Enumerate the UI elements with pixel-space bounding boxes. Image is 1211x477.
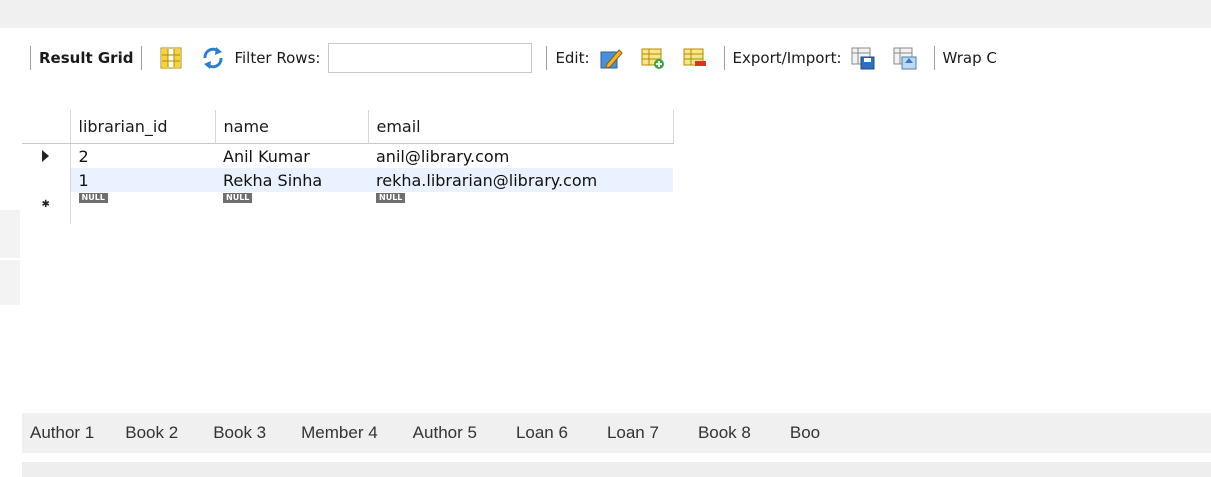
cell-librarian-id-null[interactable]: NULL — [70, 192, 215, 224]
filter-rows-input[interactable] — [328, 43, 533, 73]
tab-book-8[interactable]: Book 8 — [670, 423, 762, 443]
export-save-icon[interactable] — [851, 46, 875, 70]
result-tabs: Author 1 Book 2 Book 3 Member 4 Author 5… — [22, 413, 1211, 453]
table-row[interactable]: 2 Anil Kumar anil@library.com — [22, 143, 673, 169]
cell-name[interactable]: Anil Kumar — [215, 144, 368, 169]
tab-book-9[interactable]: Boo — [762, 423, 831, 443]
add-row-icon[interactable] — [641, 46, 665, 70]
null-badge: NULL — [223, 193, 253, 203]
table-row[interactable]: 1 Rekha Sinha rekha.librarian@library.co… — [22, 168, 673, 192]
refresh-icon[interactable] — [201, 46, 225, 70]
edit-pencil-icon[interactable] — [599, 46, 623, 70]
result-table: librarian_id name email 2 Anil Kumar ani… — [22, 110, 674, 224]
top-strip — [0, 0, 1211, 28]
filter-rows-label: Filter Rows: — [234, 49, 321, 67]
column-header-librarian-id[interactable]: librarian_id — [70, 110, 216, 144]
tab-author-1[interactable]: Author 1 — [22, 423, 105, 443]
null-badge: NULL — [376, 193, 406, 203]
tab-loan-7[interactable]: Loan 7 — [579, 423, 670, 443]
tab-loan-6[interactable]: Loan 6 — [488, 423, 579, 443]
cell-name-null[interactable]: NULL — [215, 192, 368, 224]
export-import-label: Export/Import: — [732, 49, 842, 67]
cell-email-null[interactable]: NULL — [368, 192, 673, 224]
cell-name[interactable]: Rekha Sinha — [215, 168, 368, 192]
delete-row-icon[interactable] — [683, 46, 707, 70]
result-toolbar: Result Grid Filter Rows: Edit: Export/Im… — [22, 36, 1211, 80]
tab-book-2[interactable]: Book 2 — [105, 423, 189, 443]
column-header-email[interactable]: email — [368, 110, 674, 144]
cell-email[interactable]: rekha.librarian@library.com — [368, 168, 673, 192]
current-row-marker — [22, 143, 71, 168]
new-row[interactable]: ✱ NULL NULL NULL — [22, 192, 673, 224]
new-row-asterisk-icon: ✱ — [41, 199, 50, 210]
current-row-arrow-icon — [42, 149, 50, 162]
row-marker-header — [22, 110, 71, 144]
column-header-name[interactable]: name — [215, 110, 369, 144]
import-icon[interactable] — [893, 46, 917, 70]
toolbar-separator — [933, 46, 935, 70]
column-toggle-icon[interactable] — [159, 46, 183, 70]
cell-librarian-id[interactable]: 1 — [70, 168, 215, 192]
row-marker — [22, 168, 71, 192]
result-grid: librarian_id name email 2 Anil Kumar ani… — [22, 110, 1211, 410]
toolbar-separator — [546, 46, 548, 70]
tab-member-4[interactable]: Member 4 — [277, 423, 389, 443]
cell-email[interactable]: anil@library.com — [368, 144, 673, 169]
tab-author-5[interactable]: Author 5 — [389, 423, 488, 443]
wrap-cell-label[interactable]: Wrap C — [943, 49, 997, 67]
null-badge: NULL — [78, 193, 108, 203]
cell-librarian-id[interactable]: 2 — [70, 144, 215, 169]
toolbar-separator — [141, 46, 143, 70]
result-grid-tab[interactable]: Result Grid — [39, 49, 133, 67]
left-panel-edge — [0, 210, 20, 305]
toolbar-separator — [723, 46, 725, 70]
edit-label: Edit: — [555, 49, 590, 67]
toolbar-separator — [30, 46, 31, 70]
table-header-row: librarian_id name email — [22, 110, 674, 144]
output-panel-edge — [22, 462, 1211, 477]
new-row-marker: ✱ — [22, 192, 71, 224]
tab-book-3[interactable]: Book 3 — [189, 423, 277, 443]
